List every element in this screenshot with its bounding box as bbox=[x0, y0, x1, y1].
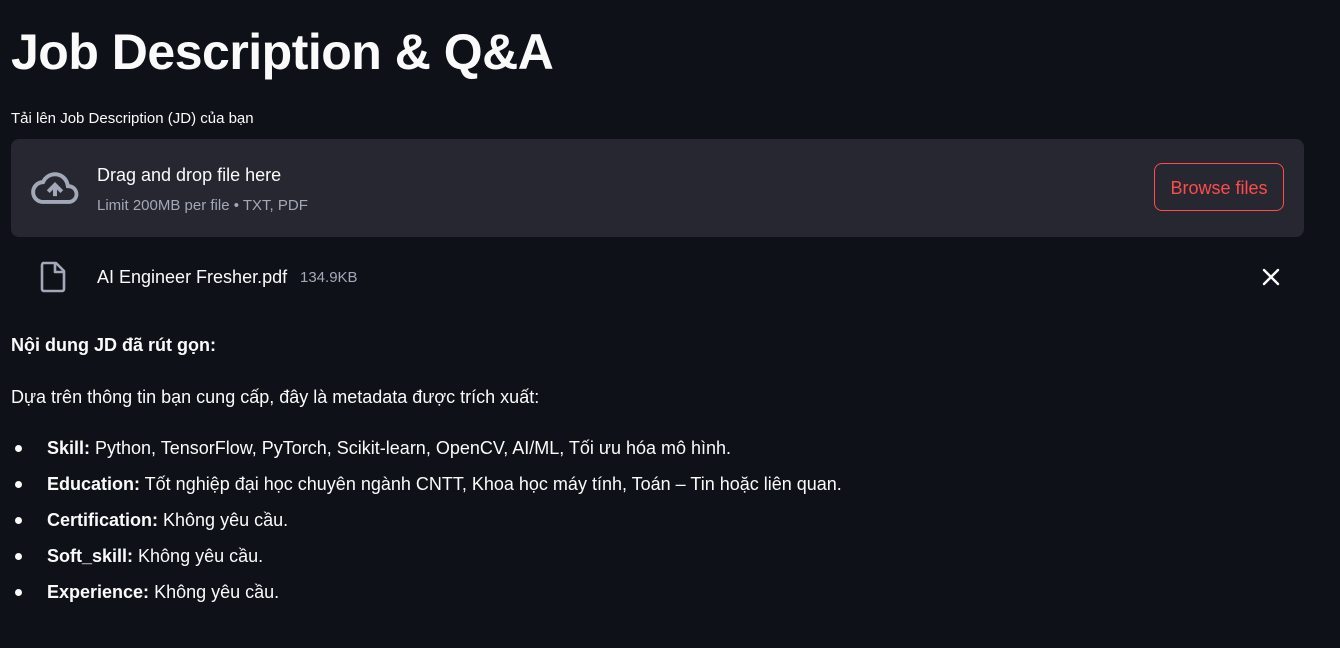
metadata-value: Không yêu cầu. bbox=[149, 582, 280, 602]
cloud-upload-icon bbox=[31, 172, 79, 204]
metadata-item-soft-skill: Soft_skill: Không yêu cầu. bbox=[11, 543, 842, 579]
dropzone-title: Drag and drop file here bbox=[97, 165, 282, 185]
page-title: Job Description & Q&A bbox=[11, 24, 554, 80]
metadata-key: Skill: bbox=[47, 438, 91, 458]
metadata-item-education: Education: Tốt nghiệp đại học chuyên ngà… bbox=[11, 471, 842, 507]
bullet-icon bbox=[15, 589, 22, 596]
metadata-item-skill: Skill: Python, TensorFlow, PyTorch, Scik… bbox=[11, 435, 842, 471]
metadata-value: Không yêu cầu. bbox=[133, 546, 264, 566]
metadata-value: Không yêu cầu. bbox=[158, 510, 289, 530]
summary-heading: Nội dung JD đã rút gọn: bbox=[11, 335, 216, 355]
metadata-value: Python, TensorFlow, PyTorch, Scikit-lear… bbox=[90, 438, 732, 458]
metadata-value: Tốt nghiệp đại học chuyên ngành CNTT, Kh… bbox=[140, 474, 842, 494]
upload-label: Tải lên Job Description (JD) của bạn bbox=[11, 110, 254, 127]
metadata-key: Experience: bbox=[47, 582, 150, 602]
metadata-item-certification: Certification: Không yêu cầu. bbox=[11, 507, 842, 543]
bullet-icon bbox=[15, 517, 22, 524]
file-icon bbox=[40, 261, 66, 293]
metadata-key: Certification: bbox=[47, 510, 159, 530]
close-icon[interactable] bbox=[1258, 264, 1284, 290]
metadata-key: Education: bbox=[47, 474, 140, 494]
uploaded-file-size: 134.9KB bbox=[300, 269, 358, 286]
uploaded-file-name: AI Engineer Fresher.pdf bbox=[97, 267, 288, 287]
browse-files-button[interactable]: Browse files bbox=[1154, 163, 1284, 211]
metadata-list: Skill: Python, TensorFlow, PyTorch, Scik… bbox=[11, 435, 842, 615]
summary-intro: Dựa trên thông tin bạn cung cấp, đây là … bbox=[11, 387, 540, 407]
bullet-icon bbox=[15, 553, 22, 560]
bullet-icon bbox=[15, 481, 22, 488]
file-dropzone[interactable]: Drag and drop file here Limit 200MB per … bbox=[11, 139, 1304, 237]
bullet-icon bbox=[15, 445, 22, 452]
dropzone-limit-text: Limit 200MB per file • TXT, PDF bbox=[97, 197, 308, 214]
metadata-item-experience: Experience: Không yêu cầu. bbox=[11, 579, 842, 615]
uploaded-file-row: AI Engineer Fresher.pdf 134.9KB bbox=[11, 252, 1304, 302]
metadata-key: Soft_skill: bbox=[47, 546, 134, 566]
app-page: Job Description & Q&A Tải lên Job Descri… bbox=[0, 0, 1340, 648]
